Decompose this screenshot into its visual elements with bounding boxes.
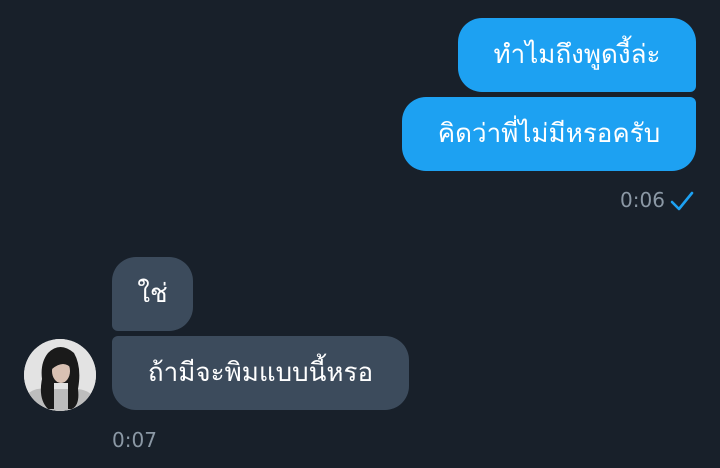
sent-message-bubble[interactable]: คิดว่าพี่ไม่มีหรอครับ	[402, 97, 696, 171]
message-timestamp: 0:07	[112, 428, 157, 452]
sent-message-bubble[interactable]: ทำไมถึงพูดงี้ล่ะ	[458, 18, 696, 92]
received-message-bubble[interactable]: ใช่	[112, 257, 193, 331]
message-text: ทำไมถึงพูดงี้ล่ะ	[493, 40, 661, 70]
message-text: ใช่	[137, 279, 168, 309]
message-timestamp: 0:06	[620, 188, 665, 212]
avatar[interactable]	[24, 339, 96, 411]
message-text: คิดว่าพี่ไม่มีหรอครับ	[437, 119, 661, 149]
checkmark-icon	[670, 191, 694, 211]
avatar-image	[24, 339, 96, 411]
message-text: ถ้ามีจะพิมแบบนี้หรอ	[147, 358, 374, 388]
received-message-bubble[interactable]: ถ้ามีจะพิมแบบนี้หรอ	[112, 336, 409, 410]
